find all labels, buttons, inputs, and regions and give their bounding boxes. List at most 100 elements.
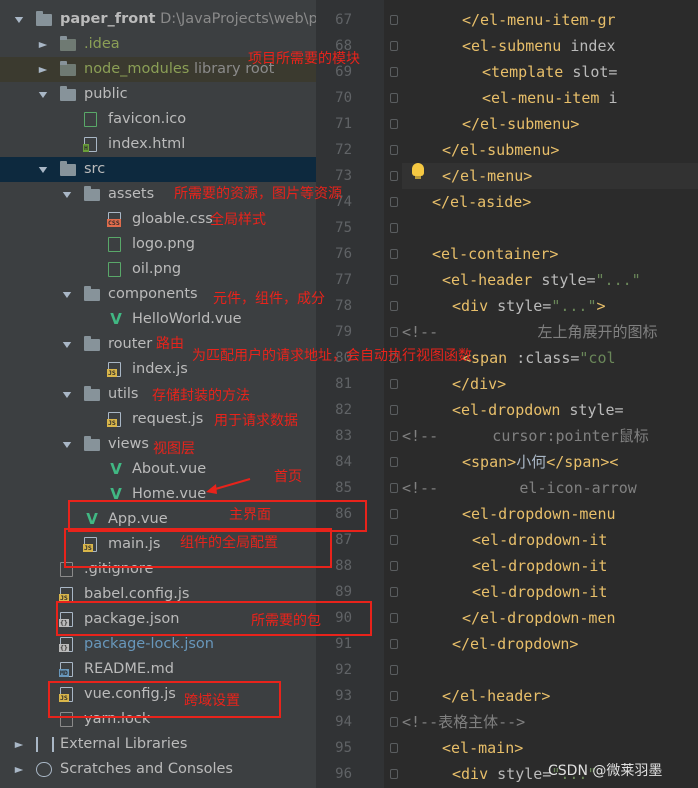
tree-item-label: About.vue [132, 461, 207, 477]
code-line[interactable] [402, 657, 698, 683]
html-file-icon: H [83, 137, 97, 152]
fold-marker-icon[interactable] [390, 561, 398, 571]
line-number: 81 [335, 376, 352, 392]
code-line[interactable]: <el-menu-item i [402, 85, 698, 111]
tree-item-label: components [108, 286, 198, 302]
fold-marker-icon[interactable] [390, 275, 398, 285]
fold-marker-icon[interactable] [390, 639, 398, 649]
chevron-right-icon[interactable]: ▶ [12, 736, 26, 754]
fold-marker-icon[interactable] [390, 249, 398, 259]
tree-item[interactable]: V About.vue [0, 457, 316, 482]
line-number: 79 [335, 324, 352, 340]
chevron-right-icon[interactable]: ▶ [12, 761, 26, 779]
chevron-down-icon[interactable]: ▼ [36, 86, 50, 104]
tree-item[interactable]: logo.png [0, 232, 316, 257]
code-line[interactable]: </el-menu-item-gr [402, 7, 698, 33]
code-line[interactable] [402, 215, 698, 241]
fold-marker-icon[interactable] [390, 535, 398, 545]
code-line[interactable]: </el-dropdown> [402, 631, 698, 657]
tree-item[interactable]: MD README.md [0, 657, 316, 682]
tree-item[interactable]: Hindex.html [0, 132, 316, 157]
folder-icon [36, 11, 52, 26]
tree-item[interactable]: favicon.ico [0, 107, 316, 132]
chevron-down-icon[interactable]: ▼ [60, 386, 74, 404]
chevron-down-icon[interactable]: ▼ [60, 336, 74, 354]
fold-marker-icon[interactable] [390, 197, 398, 207]
chevron-down-icon[interactable]: ▼ [12, 11, 26, 29]
fold-marker-icon[interactable] [390, 587, 398, 597]
tree-item[interactable]: ▶ Scratches and Consoles [0, 757, 316, 782]
lightbulb-icon[interactable] [412, 163, 424, 179]
code-line[interactable]: </el-header> [402, 683, 698, 709]
code-line[interactable]: <el-dropdown-menu [402, 501, 698, 527]
tree-item-label: request.js [132, 411, 204, 427]
folder-icon [60, 61, 76, 76]
code-line[interactable]: </div> [402, 371, 698, 397]
annotation-request: 用于请求数据 [214, 413, 298, 429]
tree-item[interactable]: ▼ paper_front D:\JavaProjects\web\pap [0, 7, 316, 32]
code-line[interactable]: <span>小何</span>< [402, 449, 698, 475]
code-line[interactable]: <template slot= [402, 59, 698, 85]
code-line[interactable]: </el-submenu> [402, 111, 698, 137]
chevron-right-icon[interactable]: ▶ [36, 61, 50, 79]
tree-item[interactable]: oil.png [0, 257, 316, 282]
fold-marker-icon[interactable] [390, 717, 398, 727]
code-line[interactable]: <el-main> [402, 735, 698, 761]
code-line[interactable]: <!--表格主体--> [402, 709, 698, 735]
fold-marker-icon[interactable] [390, 171, 398, 181]
fold-marker-icon[interactable] [390, 93, 398, 103]
fold-marker-icon[interactable] [390, 613, 398, 623]
fold-marker-icon[interactable] [390, 743, 398, 753]
watermark: CSDN @微莱羽墨 [548, 763, 663, 779]
chevron-down-icon[interactable]: ▼ [60, 286, 74, 304]
code-line[interactable]: </el-aside> [402, 189, 698, 215]
fold-marker-icon[interactable] [390, 327, 398, 337]
fold-marker-icon[interactable] [390, 691, 398, 701]
tree-item[interactable]: ▼ src [0, 157, 316, 182]
code-line[interactable]: <!-- el-icon-arrow [402, 475, 698, 501]
code-line[interactable]: <el-dropdown-it [402, 553, 698, 579]
code-line[interactable]: <!-- cursor:pointer鼠标 [402, 423, 698, 449]
code-line[interactable]: <el-header style="..." [402, 267, 698, 293]
code-line[interactable]: <el-dropdown-it [402, 579, 698, 605]
code-line[interactable]: <el-dropdown style= [402, 397, 698, 423]
code-line[interactable]: </el-submenu> [402, 137, 698, 163]
fold-marker-icon[interactable] [390, 223, 398, 233]
fold-marker-icon[interactable] [390, 41, 398, 51]
tree-item-label: README.md [84, 661, 174, 677]
fold-marker-icon[interactable] [390, 15, 398, 25]
line-number: 83 [335, 428, 352, 444]
tree-item-label: External Libraries [60, 736, 188, 752]
fold-marker-icon[interactable] [390, 119, 398, 129]
code-line[interactable]: <el-container> [402, 241, 698, 267]
fold-marker-icon[interactable] [390, 145, 398, 155]
code-line[interactable]: </el-menu> [402, 163, 698, 189]
chevron-down-icon[interactable]: ▼ [60, 436, 74, 454]
annotation-modules: 项目所需要的模块 [248, 51, 360, 67]
md-file-icon: MD [59, 662, 73, 677]
fold-marker-icon[interactable] [390, 769, 398, 779]
chevron-down-icon[interactable]: ▼ [60, 186, 74, 204]
fold-marker-icon[interactable] [390, 379, 398, 389]
fold-marker-icon[interactable] [390, 665, 398, 675]
fold-marker-icon[interactable] [390, 67, 398, 77]
tree-item[interactable]: CSS gloable.css [0, 207, 316, 232]
chevron-right-icon[interactable]: ▶ [36, 36, 50, 54]
fold-marker-icon[interactable] [390, 483, 398, 493]
tree-item[interactable]: ▼ public [0, 82, 316, 107]
code-line[interactable]: <div style="..."> [402, 293, 698, 319]
fold-marker-icon[interactable] [390, 457, 398, 467]
fold-marker-icon[interactable] [390, 431, 398, 441]
tree-item[interactable]: ▶ External Libraries [0, 732, 316, 757]
code-line[interactable]: <!-- 左上角展开的图标 [402, 319, 698, 345]
css-file-icon: CSS [107, 212, 121, 227]
code-line[interactable]: </el-dropdown-men [402, 605, 698, 631]
chevron-down-icon[interactable]: ▼ [36, 161, 50, 179]
line-number: 95 [335, 740, 352, 756]
code-line[interactable]: <el-dropdown-it [402, 527, 698, 553]
code-line[interactable]: <el-submenu index [402, 33, 698, 59]
fold-marker-icon[interactable] [390, 405, 398, 415]
tree-item[interactable]: V HelloWorld.vue [0, 307, 316, 332]
fold-marker-icon[interactable] [390, 509, 398, 519]
fold-marker-icon[interactable] [390, 301, 398, 311]
